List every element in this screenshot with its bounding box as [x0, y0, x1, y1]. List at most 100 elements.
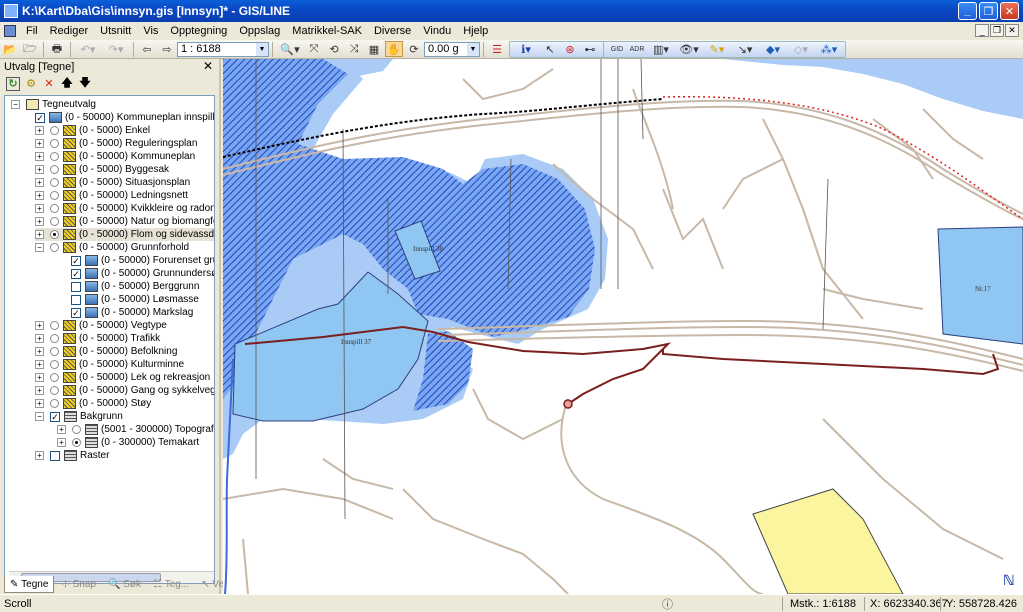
expand-icon[interactable]: + [35, 321, 44, 330]
checkbox[interactable] [71, 294, 81, 305]
tree-item[interactable]: + (0 - 50000) Ledningsnett [35, 189, 188, 202]
menu-utsnitt[interactable]: Utsnitt [94, 25, 137, 37]
collapse-icon[interactable]: − [35, 412, 44, 421]
zoom-extent-icon[interactable]: ⤧ [305, 41, 323, 57]
tree-item[interactable]: + (0 - 50000) Befolkning [35, 345, 177, 358]
tree-item[interactable]: ✓ (0 - 50000) Kommuneplan innspill [35, 111, 214, 124]
expand-icon[interactable]: + [35, 230, 44, 239]
radio[interactable] [72, 425, 81, 434]
expand-icon[interactable]: + [35, 347, 44, 356]
binoculars-icon[interactable]: 👁▾ [676, 41, 702, 57]
collapse-icon[interactable]: − [11, 100, 20, 109]
document-icon[interactable] [4, 25, 16, 37]
menu-vis[interactable]: Vis [137, 25, 164, 37]
radio[interactable] [50, 204, 59, 213]
zoom-icon[interactable]: 🔍▾ [277, 41, 303, 57]
tree-item-selected[interactable]: + (0 - 50000) Flom og sidevassdrag [35, 228, 214, 241]
expand-icon[interactable]: + [35, 152, 44, 161]
undo-icon[interactable]: ↶▾ [75, 41, 101, 57]
tag-icon[interactable]: ◆▾ [760, 41, 786, 57]
expand-icon[interactable]: + [35, 191, 44, 200]
radio[interactable] [50, 191, 59, 200]
highlight-icon[interactable]: ✎▾ [704, 41, 730, 57]
close-button[interactable]: ✕ [1000, 2, 1019, 20]
radio[interactable] [50, 360, 59, 369]
radio[interactable] [50, 321, 59, 330]
properties-icon[interactable]: ⚙ [24, 77, 38, 91]
menu-opptegning[interactable]: Opptegning [164, 25, 233, 37]
radio[interactable] [50, 126, 59, 135]
tab-tegne[interactable]: ✎ Tegne [4, 576, 55, 593]
expand-icon[interactable]: + [35, 139, 44, 148]
expand-icon[interactable]: + [35, 451, 44, 460]
menu-matrikkel-sak[interactable]: Matrikkel-SAK [286, 25, 368, 37]
back-icon[interactable]: ⇦ [138, 41, 156, 57]
edit-tag-icon[interactable]: ◇▾ [788, 41, 814, 57]
info-icon[interactable]: ℹ▾ [513, 41, 539, 57]
tree-item[interactable]: + (0 - 50000) Kvikkleire og radon [35, 202, 214, 215]
checkbox[interactable] [71, 281, 81, 292]
refresh-icon[interactable]: ↻ [6, 76, 20, 91]
zoom-window-icon[interactable]: ⟲ [325, 41, 343, 57]
draw-line-icon[interactable]: ↘▾ [732, 41, 758, 57]
tab-snap[interactable]: ⊹ Snap [56, 576, 101, 593]
tree-item[interactable]: − ✓ Bakgrunn [35, 410, 123, 423]
radio[interactable] [50, 152, 59, 161]
chevron-down-icon[interactable]: ▼ [467, 42, 479, 56]
radio[interactable] [50, 373, 59, 382]
radio[interactable] [50, 217, 59, 226]
radio[interactable] [50, 178, 59, 187]
grid-icon[interactable]: ▦ [365, 41, 383, 57]
tree-item[interactable]: + (0 - 50000) Støy [35, 397, 151, 410]
menu-vindu[interactable]: Vindu [417, 25, 457, 37]
menu-diverse[interactable]: Diverse [368, 25, 417, 37]
expand-icon[interactable]: + [35, 334, 44, 343]
tree-item[interactable]: + (0 - 50000) Vegtype [35, 319, 167, 332]
tree-item[interactable]: + (0 - 50000) Trafikk [35, 332, 160, 345]
radio-selected[interactable] [72, 438, 81, 447]
expand-icon[interactable]: + [35, 126, 44, 135]
menu-hjelp[interactable]: Hjelp [457, 25, 494, 37]
route-node[interactable] [563, 399, 573, 409]
open-folder-icon[interactable]: 📂 [1, 41, 19, 57]
tree-item[interactable]: ✓ (0 - 50000) Forurenset grunn [71, 254, 214, 267]
expand-icon[interactable]: + [35, 217, 44, 226]
checkbox[interactable]: ✓ [71, 307, 81, 318]
redo-icon[interactable]: ↷▾ [103, 41, 129, 57]
radio-selected[interactable] [50, 230, 59, 239]
move-up-icon[interactable]: 🡅 [60, 77, 74, 91]
tree-item[interactable]: ✓ (0 - 50000) Grunnundersøkelser [71, 267, 214, 280]
tree-item[interactable]: ✓ (0 - 50000) Markslag [71, 306, 193, 319]
checkbox[interactable]: ✓ [50, 411, 60, 422]
radio[interactable] [50, 139, 59, 148]
map-drawing[interactable] [223, 59, 1023, 594]
open-recent-icon[interactable]: 🗁 [21, 41, 39, 57]
network-icon[interactable]: ⁂▾ [816, 41, 842, 57]
tree-item[interactable]: + (0 - 5000) Reguleringsplan [35, 137, 197, 150]
collapse-icon[interactable]: − [35, 243, 44, 252]
pan-hand-icon[interactable]: ✋ [385, 41, 403, 57]
tab-sok[interactable]: 🔍 Søk [103, 576, 146, 593]
rotate-icon[interactable]: ⟳ [405, 41, 423, 57]
menu-rediger[interactable]: Rediger [44, 25, 95, 37]
radio[interactable] [50, 399, 59, 408]
select-area-icon[interactable]: ⊛ [561, 41, 579, 57]
tree-item[interactable]: + (0 - 50000) Natur og biomangfold [35, 215, 214, 228]
address-icon[interactable]: ADR [628, 41, 646, 57]
tree-item[interactable]: + (0 - 50000) Kulturminne [35, 358, 184, 371]
tree-item[interactable]: + (5001 - 300000) Topografi [57, 423, 214, 436]
expand-icon[interactable]: + [35, 399, 44, 408]
expand-icon[interactable]: + [35, 204, 44, 213]
tree-item[interactable]: + (0 - 5000) Enkel [35, 124, 150, 137]
tree-root[interactable]: − Tegneutvalg [11, 98, 96, 111]
tree-item[interactable]: + (0 - 50000) Kommuneplan [35, 150, 195, 163]
radio[interactable] [50, 386, 59, 395]
expand-icon[interactable]: + [35, 386, 44, 395]
expand-icon[interactable]: + [35, 178, 44, 187]
checkbox[interactable]: ✓ [35, 112, 45, 123]
radio[interactable] [50, 334, 59, 343]
expand-icon[interactable]: + [35, 373, 44, 382]
select-object-icon[interactable]: ↖ [541, 41, 559, 57]
maximize-button[interactable]: ❐ [979, 2, 998, 20]
radio[interactable] [50, 243, 59, 252]
